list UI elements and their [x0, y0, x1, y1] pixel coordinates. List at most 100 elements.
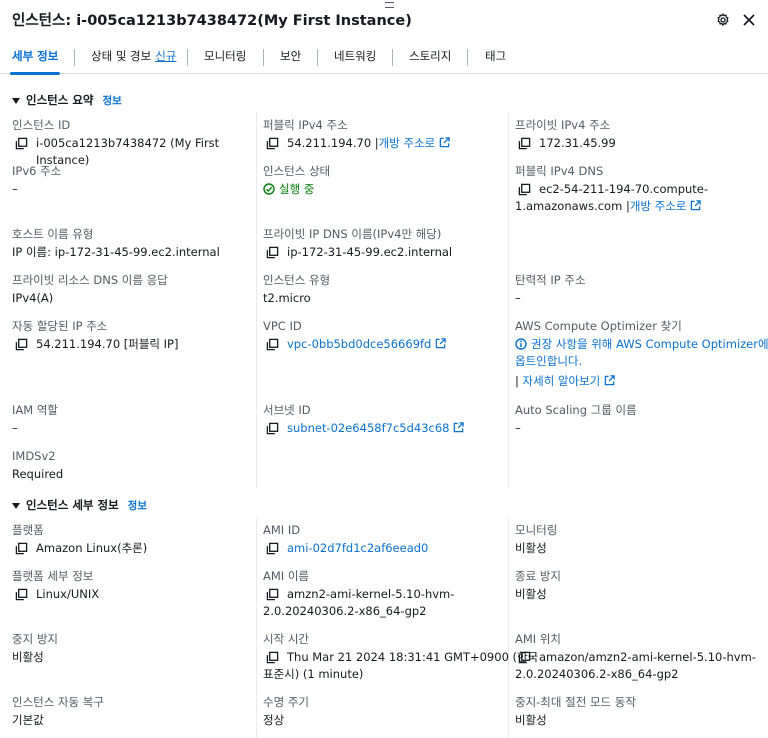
tab-security[interactable]: 보안 [280, 44, 301, 74]
field-label: IMDSv2 [12, 449, 56, 463]
drag-handle-icon[interactable] [385, 2, 394, 8]
copy-icon[interactable] [266, 588, 279, 601]
field-label: AWS Compute Optimizer 찾기 [515, 319, 682, 333]
field-value: amazon/amzn2-ami-kernel-5.10-hvm- [539, 650, 756, 664]
open-address-link[interactable]: 개방 주소로 [379, 136, 436, 150]
ami-link[interactable]: ami-02d7fd1c2af6eead0 [287, 540, 428, 557]
column-divider [256, 518, 257, 738]
field-value: 54.211.194.70 | [287, 136, 379, 150]
field-label: 프라이빗 IPv4 주소 [515, 118, 611, 132]
field-asg-name: Auto Scaling 그룹 이름 – [515, 402, 755, 437]
copy-icon[interactable] [266, 137, 279, 150]
info-link[interactable]: 정보 [102, 93, 121, 108]
tab-divider [263, 49, 264, 66]
section-instance-details[interactable]: 인스턴스 세부 정보 정보 [12, 497, 147, 513]
info-link[interactable]: 정보 [128, 498, 147, 513]
copy-icon[interactable] [266, 338, 279, 351]
field-private-ipv4: 프라이빗 IPv4 주소 172.31.45.99 [515, 117, 755, 152]
field-stop-protection: 중지 방지 비활성 [12, 631, 252, 666]
field-elastic-ip: 탄력적 IP 주소 – [515, 272, 755, 307]
copy-icon[interactable] [266, 422, 279, 435]
external-link-icon[interactable] [435, 338, 446, 349]
field-value: IP 이름: ip-172-31-45-99.ec2.internal [12, 245, 220, 259]
tab-label: 스토리지 [409, 49, 452, 63]
tab-label: 모니터링 [204, 49, 247, 63]
tab-details[interactable]: 세부 정보 [9, 44, 61, 75]
field-label: 종료 방지 [515, 569, 561, 583]
field-label: 중지 방지 [12, 632, 58, 646]
tab-storage[interactable]: 스토리지 [409, 44, 451, 74]
tab-networking[interactable]: 네트워킹 [334, 44, 376, 74]
field-iam-role: IAM 역할 – [12, 402, 252, 437]
field-label: 자동 할당된 IP 주소 [12, 319, 108, 333]
copy-icon[interactable] [266, 651, 279, 664]
tab-monitoring[interactable]: 모니터링 [204, 44, 246, 74]
field-launch-time: 시작 시간 Thu Mar 21 2024 18:31:41 GMT+0900 … [263, 631, 538, 683]
field-label: 프라이빗 리소스 DNS 이름 응답 [12, 273, 168, 287]
external-link-icon[interactable] [690, 200, 701, 211]
field-value: 비활성 [515, 541, 547, 555]
field-label: 인스턴스 자동 복구 [12, 695, 104, 709]
tab-divider [74, 49, 75, 66]
subnet-link[interactable]: subnet-02e6458f7c5d43c68 [287, 421, 449, 435]
field-compute-optimizer: AWS Compute Optimizer 찾기 권장 사항을 위해 AWS C… [515, 318, 768, 390]
field-vpc-id: VPC ID vpc-0bb5bd0dce56669fd [263, 318, 503, 353]
copy-icon[interactable] [15, 588, 28, 601]
caret-down-icon[interactable] [12, 502, 20, 509]
field-value: ip-172-31-45-99.ec2.internal [287, 245, 453, 259]
external-link-icon[interactable] [604, 375, 615, 386]
gear-icon[interactable] [716, 13, 730, 27]
open-address-link[interactable]: 개방 주소로 [630, 199, 687, 213]
tab-tags[interactable]: 태그 [485, 44, 506, 74]
copy-icon[interactable] [266, 542, 279, 555]
field-imdsv2: IMDSv2 Required [12, 448, 252, 483]
copy-icon[interactable] [518, 183, 531, 196]
tab-label: 세부 정보 [12, 49, 59, 63]
field-instance-type: 인스턴스 유형 t2.micro [263, 272, 503, 307]
field-value: 기본값 [12, 713, 44, 727]
external-link-icon[interactable] [453, 422, 464, 433]
field-value: – [515, 421, 521, 435]
section-instance-summary[interactable]: 인스턴스 요약 정보 [12, 92, 122, 108]
section-title: 인스턴스 세부 정보 [26, 498, 119, 512]
copy-icon[interactable] [15, 542, 28, 555]
external-link-icon[interactable] [439, 137, 450, 148]
field-value: 2.0.20240306.2-x86_64-gp2 [515, 667, 679, 681]
close-icon[interactable] [742, 13, 756, 27]
column-divider [256, 112, 257, 488]
field-label: 중지-최대 절전 모드 동작 [515, 695, 636, 709]
field-value: 비활성 [12, 650, 44, 664]
optimizer-opt-in-link[interactable]: 옵트인합니다. [515, 353, 760, 370]
tab-label: 네트워킹 [334, 49, 377, 63]
field-auto-recovery: 인스턴스 자동 복구 기본값 [12, 694, 252, 729]
vpc-link[interactable]: vpc-0bb5bd0dce56669fd [287, 337, 431, 351]
field-value: t2.micro [263, 291, 311, 305]
field-auto-assigned-ip: 자동 할당된 IP 주소 54.211.194.70 [퍼블릭 IP] [12, 318, 252, 353]
info-icon [515, 338, 527, 350]
tab-status-alarms[interactable]: 상태 및 경보 신규 [91, 44, 176, 74]
field-label: AMI 위치 [515, 632, 561, 646]
status-text: 실행 중 [279, 182, 315, 196]
field-value: Thu Mar 21 2024 18:31:41 GMT+0900 (한국 [287, 650, 539, 664]
copy-icon[interactable] [15, 137, 28, 150]
column-divider [508, 112, 509, 488]
field-value: 54.211.194.70 [퍼블릭 IP] [36, 337, 179, 351]
field-label: 플랫폼 세부 정보 [12, 569, 94, 583]
field-value: ec2-54-211-194-70.compute- [539, 182, 709, 196]
section-title: 인스턴스 요약 [26, 93, 94, 107]
copy-icon[interactable] [518, 137, 531, 150]
copy-icon[interactable] [518, 651, 531, 664]
field-value: 2.0.20240306.2-x86_64-gp2 [263, 604, 427, 618]
field-public-ipv4: 퍼블릭 IPv4 주소 54.211.194.70 |개방 주소로 [263, 117, 503, 152]
field-label: AMI ID [263, 523, 301, 537]
field-value: – [12, 182, 18, 196]
copy-icon[interactable] [15, 338, 28, 351]
copy-icon[interactable] [266, 246, 279, 259]
learn-more-link[interactable]: 자세히 알아보기 [523, 374, 601, 388]
field-label: 수명 주기 [263, 695, 309, 709]
field-stop-hibernate: 중지-최대 절전 모드 동작 비활성 [515, 694, 755, 729]
field-value: IPv4(A) [12, 291, 54, 305]
field-label: Auto Scaling 그룹 이름 [515, 403, 637, 417]
caret-down-icon[interactable] [12, 97, 20, 104]
optimizer-opt-in-link[interactable]: 권장 사항을 위해 AWS Compute Optimizer에 [531, 337, 768, 351]
